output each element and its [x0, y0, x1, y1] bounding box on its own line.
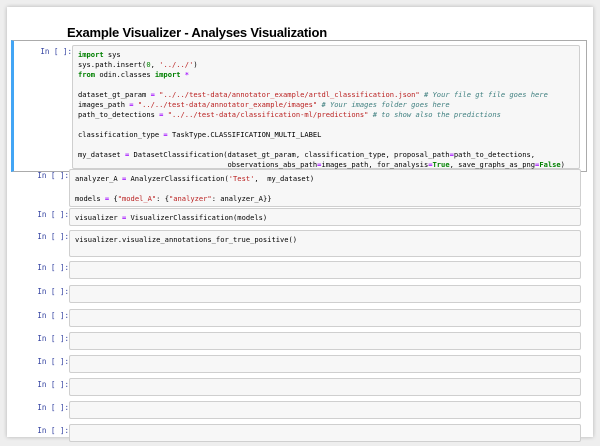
code-input[interactable] [69, 332, 581, 350]
code-token: , my_dataset) [254, 174, 315, 183]
input-prompt: In [ ]: [37, 357, 69, 366]
code-input[interactable]: import sys sys.path.insert(0, '../../') … [72, 45, 580, 169]
code-cell[interactable]: In [ ]: [11, 420, 587, 446]
code-cell[interactable]: In [ ]: [11, 257, 587, 283]
code-token: "analyzer" [168, 194, 212, 203]
code-token: path_to_detections, [453, 150, 536, 159]
notebook-title: Example Visualizer - Analyses Visualizat… [67, 25, 327, 40]
input-prompt: In [ ]: [37, 426, 69, 435]
code-text: visualizer.visualize_annotations_for_tru… [70, 231, 580, 248]
code-token: "model_A" [117, 194, 157, 203]
code-token: TaskType.CLASSIFICATION_MULTI_LABEL [167, 130, 322, 139]
code-token: "../../test-data/annotator_example/image… [137, 100, 318, 109]
code-input[interactable] [69, 355, 581, 373]
code-input[interactable]: analyzer_A = AnalyzerClassification('Tes… [69, 169, 581, 207]
input-prompt: In [ ]: [37, 287, 69, 296]
code-token: "../../test-data/annotator_example/artdl… [159, 90, 420, 99]
code-input[interactable] [69, 261, 581, 279]
code-token: 'Test' [228, 174, 255, 183]
code-text: visualizer = VisualizerClassification(mo… [70, 209, 580, 226]
code-token: analyzer_A [75, 174, 122, 183]
code-cell[interactable]: In [ ]: [11, 281, 587, 307]
input-prompt: In [ ]: [37, 171, 69, 180]
code-token: dataset_gt_param [78, 90, 151, 99]
code-token: my_dataset [78, 150, 125, 159]
code-token: ) [193, 60, 198, 69]
code-token: "../../test-data/classification-ml/predi… [167, 110, 369, 119]
code-input[interactable] [69, 309, 581, 327]
code-token: , [150, 60, 160, 69]
code-token: path_to_detections [78, 110, 160, 119]
input-prompt: In [ ]: [37, 403, 69, 412]
code-token: odin.classes [95, 70, 155, 79]
input-prompt: In [ ]: [37, 263, 69, 272]
code-text: analyzer_A = AnalyzerClassification('Tes… [70, 170, 580, 207]
code-token: AnalyzerClassification( [126, 174, 229, 183]
input-prompt: In [ ]: [37, 334, 69, 343]
code-input[interactable]: visualizer.visualize_annotations_for_tru… [69, 230, 581, 257]
input-prompt: In [ ]: [37, 311, 69, 320]
code-input[interactable] [69, 424, 581, 442]
code-token: visualizer.visualize_annotations_for_tru… [75, 235, 298, 244]
code-token: import [78, 50, 104, 59]
input-prompt: In [ ]: [37, 232, 69, 241]
code-token: : { [156, 194, 169, 203]
code-token: import [154, 70, 181, 79]
code-token: '../../' [159, 60, 194, 69]
code-input[interactable] [69, 285, 581, 303]
code-token: classification_type [78, 130, 164, 139]
code-cell[interactable]: In [ ]: import sys sys.path.insert(0, '..… [11, 40, 587, 172]
code-token: DatasetClassification(dataset_gt_param, … [129, 150, 450, 159]
code-token: VisualizerClassification(models) [126, 213, 268, 222]
code-cell[interactable]: In [ ]: visualizer.visualize_annotations_… [11, 226, 587, 261]
input-prompt: In [ ]: [40, 47, 72, 56]
code-token: { [109, 194, 118, 203]
notebook-page: Example Visualizer - Analyses Visualizat… [7, 7, 593, 442]
code-text: import sys sys.path.insert(0, '../../') … [73, 46, 579, 173]
code-input[interactable]: visualizer = VisualizerClassification(mo… [69, 208, 581, 226]
code-token: sys.path.insert( [78, 60, 147, 69]
code-token: * [184, 70, 190, 79]
code-token: # Your images folder goes here [321, 100, 450, 109]
code-token: : analyzer_A}} [211, 194, 272, 203]
code-input[interactable] [69, 378, 581, 396]
input-prompt: In [ ]: [37, 380, 69, 389]
code-token: # Your file gt file goes here [423, 90, 548, 99]
code-token: models [75, 194, 105, 203]
code-token: images_path [78, 100, 130, 109]
code-token: from [78, 70, 96, 79]
input-prompt: In [ ]: [37, 210, 69, 219]
code-token: # to show also the predictions [372, 110, 501, 119]
code-input[interactable] [69, 401, 581, 419]
code-token: visualizer [75, 213, 122, 222]
code-token: sys [103, 50, 121, 59]
